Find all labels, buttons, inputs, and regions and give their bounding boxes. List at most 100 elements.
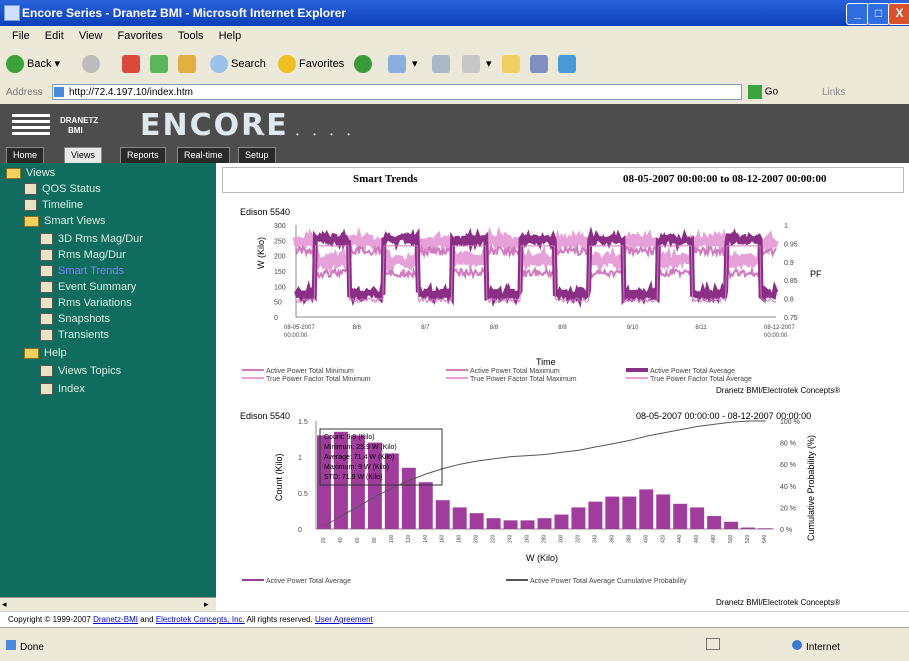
tree-item-smart-trends[interactable]: Smart Trends bbox=[40, 263, 124, 279]
dranetz-link[interactable]: Dranetz-BMI bbox=[93, 615, 138, 624]
menu-bar: File Edit View Favorites Tools Help bbox=[0, 26, 909, 46]
go-button[interactable]: Go bbox=[748, 85, 778, 99]
page-icon bbox=[40, 313, 53, 326]
edit-icon bbox=[462, 55, 480, 74]
chart2-ytick: 1.5 bbox=[298, 419, 308, 426]
messenger-button[interactable] bbox=[558, 54, 579, 74]
scroll-left-arrow-icon[interactable]: ◂ bbox=[2, 599, 7, 610]
tab-views[interactable]: Views bbox=[64, 147, 102, 163]
back-button[interactable]: Back ▾ bbox=[6, 54, 60, 74]
menu-favorites[interactable]: Favorites bbox=[118, 30, 163, 42]
sidebar-tree: Views QOS Status Timeline Smart Views 3D… bbox=[0, 163, 216, 597]
tree-item-snapshots[interactable]: Snapshots bbox=[40, 311, 110, 327]
messenger-icon bbox=[558, 55, 576, 74]
tree-item-rms-variations[interactable]: Rms Variations bbox=[40, 295, 132, 311]
stop-button[interactable] bbox=[122, 54, 143, 74]
tree-item-qos-status[interactable]: QOS Status bbox=[24, 181, 101, 197]
chart2-xtick: 360 bbox=[609, 534, 615, 543]
favorites-button[interactable]: Favorites bbox=[278, 54, 344, 74]
tab-setup[interactable]: Setup bbox=[238, 147, 276, 163]
mail-button[interactable]: ▾ bbox=[388, 54, 418, 74]
minimize-button[interactable]: _ bbox=[846, 3, 869, 25]
histogram-bar bbox=[707, 516, 722, 529]
history-button[interactable] bbox=[354, 54, 375, 74]
tree-item-event-summary[interactable]: Event Summary bbox=[40, 279, 136, 295]
chart2-xtick: 300 bbox=[558, 534, 564, 543]
chart2-y2tick: 60 % bbox=[780, 462, 796, 469]
stats-line: STD: 71.9 W (Kilo) bbox=[324, 474, 382, 481]
menu-edit[interactable]: Edit bbox=[45, 30, 64, 42]
close-button[interactable]: X bbox=[888, 3, 909, 25]
status-done: Done bbox=[6, 640, 44, 653]
edit-button[interactable]: ▾ bbox=[462, 54, 492, 74]
menu-file[interactable]: File bbox=[12, 30, 30, 42]
histogram-bar bbox=[673, 503, 688, 529]
chart1-ytick: 150 bbox=[274, 269, 286, 276]
chart1-legend-item: True Power Factor Total Maximum bbox=[470, 376, 577, 383]
go-arrow-icon bbox=[748, 85, 762, 99]
tree-item-index[interactable]: Index bbox=[40, 381, 85, 397]
menu-view[interactable]: View bbox=[79, 30, 103, 42]
histogram-bar bbox=[639, 489, 654, 529]
folder-button[interactable] bbox=[502, 54, 523, 74]
refresh-button[interactable] bbox=[150, 54, 171, 74]
date-range: 08-05-2007 00:00:00 to 08-12-2007 00:00:… bbox=[623, 173, 827, 185]
chart2-legend-item: Active Power Total Average Cumulative Pr… bbox=[530, 578, 687, 585]
histogram-bar bbox=[605, 496, 620, 529]
page-icon bbox=[54, 87, 64, 97]
user-agreement-link[interactable]: User Agreement bbox=[315, 615, 373, 624]
chart2-xtick: 80 bbox=[372, 537, 378, 543]
histogram-chart: Edison 5540 08-05-2007 00:00:00 - 08-12-… bbox=[240, 411, 840, 607]
menu-tools[interactable]: Tools bbox=[178, 30, 204, 42]
home-button[interactable] bbox=[178, 54, 199, 74]
tree-item-rms-magdur[interactable]: Rms Mag/Dur bbox=[40, 247, 126, 263]
chart1-ytick: 300 bbox=[274, 223, 286, 230]
tree-item-3d-rms-magdur[interactable]: 3D Rms Mag/Dur bbox=[40, 231, 143, 247]
tab-realtime[interactable]: Real-time bbox=[177, 147, 230, 163]
tree-item-views-topics[interactable]: Views Topics bbox=[40, 363, 121, 379]
tree-item-help[interactable]: Help bbox=[24, 345, 67, 361]
histogram-bar bbox=[452, 507, 467, 529]
research-button[interactable] bbox=[530, 54, 551, 74]
scroll-right-arrow-icon[interactable]: ▸ bbox=[204, 599, 209, 610]
print-button[interactable] bbox=[432, 54, 453, 74]
tab-home[interactable]: Home bbox=[6, 147, 45, 163]
page-icon bbox=[24, 183, 37, 196]
chart2-xtick: 120 bbox=[406, 534, 412, 543]
page-icon bbox=[40, 365, 53, 378]
address-input[interactable]: http://72.4.197.10/index.htm bbox=[52, 84, 742, 100]
chart2-xtick: 20 bbox=[321, 537, 327, 543]
chart1-y2label: PF bbox=[810, 269, 822, 279]
stats-line: Count: 9.9 (Kilo) bbox=[324, 434, 375, 441]
electrotek-link[interactable]: Electrotek Concepts, Inc. bbox=[156, 615, 245, 624]
search-button[interactable]: Search bbox=[210, 54, 266, 74]
chart2-y2tick: 100 % bbox=[780, 419, 800, 426]
window-title: Encore Series - Dranetz BMI - Microsoft … bbox=[22, 6, 347, 20]
sidebar-scrollbar[interactable]: ◂ ▸ bbox=[0, 597, 216, 612]
chart2-xtick: 340 bbox=[592, 534, 598, 543]
page-title: Smart Trends bbox=[353, 173, 418, 185]
chart1-legend-item: Active Power Total Average bbox=[650, 368, 735, 375]
menu-help[interactable]: Help bbox=[219, 30, 242, 42]
histogram-bar bbox=[537, 518, 552, 529]
tree-item-transients[interactable]: Transients bbox=[40, 327, 109, 343]
tree-item-views[interactable]: Views bbox=[6, 165, 55, 181]
refresh-icon bbox=[150, 55, 168, 74]
page-icon bbox=[40, 233, 53, 246]
mail-icon bbox=[388, 55, 406, 74]
content-header: Smart Trends 08-05-2007 00:00:00 to 08-1… bbox=[222, 167, 904, 193]
maximize-button[interactable]: □ bbox=[867, 3, 890, 25]
chart2-xtick: 380 bbox=[626, 534, 632, 543]
chart1-y2tick: 0.85 bbox=[784, 278, 798, 285]
tab-reports[interactable]: Reports bbox=[120, 147, 166, 163]
chart2-xtick: 500 bbox=[728, 534, 734, 543]
forward-button[interactable] bbox=[82, 54, 103, 74]
links-button[interactable]: Links bbox=[822, 87, 845, 98]
address-bar: Address http://72.4.197.10/index.htm Go … bbox=[0, 82, 909, 105]
research-icon bbox=[530, 55, 548, 74]
chart2-legend-item: Active Power Total Average bbox=[266, 578, 351, 585]
folder-icon bbox=[24, 347, 39, 359]
tree-item-timeline[interactable]: Timeline bbox=[24, 197, 83, 213]
histogram-bar bbox=[656, 494, 671, 529]
tree-item-smart-views[interactable]: Smart Views bbox=[24, 213, 106, 229]
